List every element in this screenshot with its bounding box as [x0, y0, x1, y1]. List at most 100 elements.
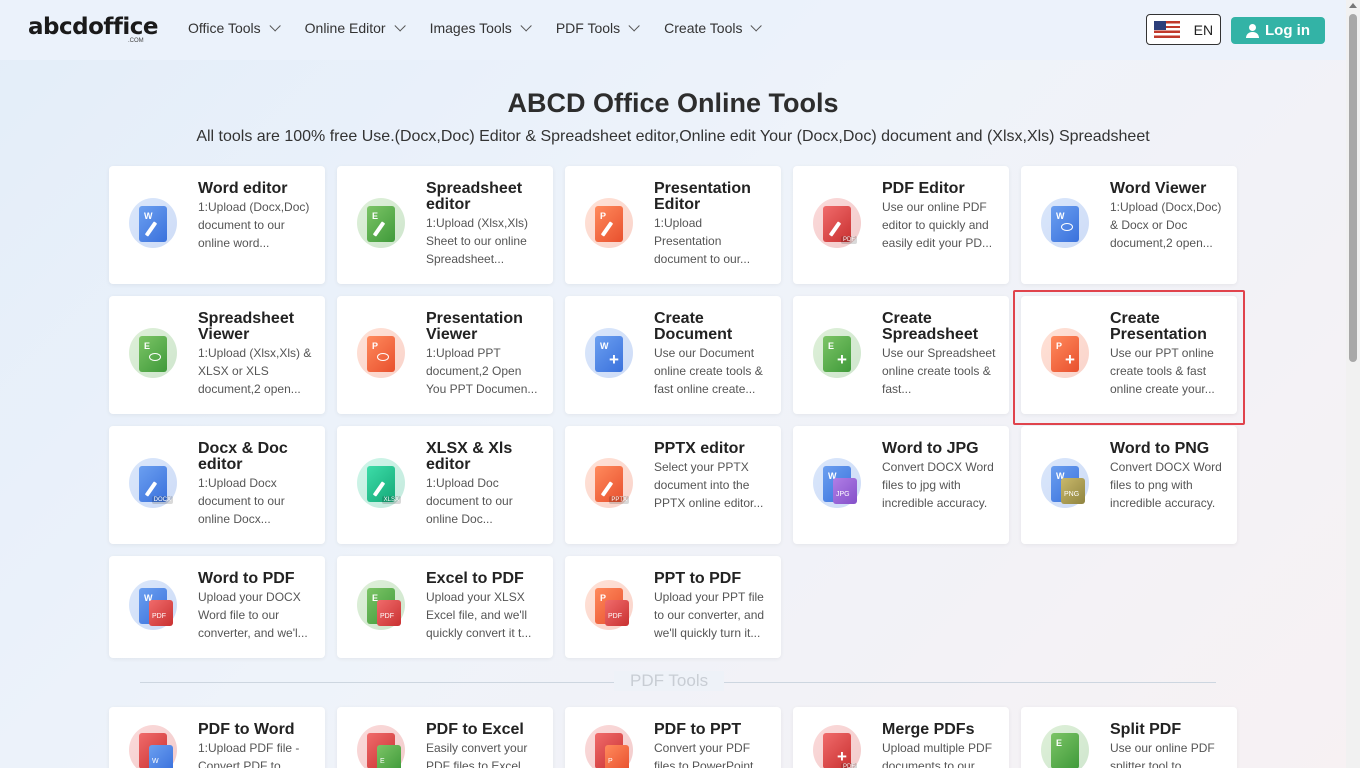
tool-card-pptx-edit[interactable]: PPTX PPTX editor Select your PPTX document…: [565, 426, 781, 544]
tool-card-create-document[interactable]: W + Create Document Use our Document online…: [565, 296, 781, 414]
word-edit-icon: W: [129, 198, 177, 248]
tool-card-description: Use our online PDF splitter tool to quic…: [1110, 741, 1215, 768]
tool-card-description: Upload your DOCX Word file to our conver…: [198, 590, 308, 640]
xlsx-edit-icon: XLSX: [357, 458, 405, 508]
tool-card-title: Spreadsheet Viewer: [198, 310, 295, 343]
logo-subtext: .COM: [128, 38, 144, 44]
scroll-up-arrow-icon[interactable]: [1349, 3, 1357, 8]
language-button[interactable]: EN: [1146, 14, 1221, 45]
ppt-to-pdf-icon: P PDF: [585, 580, 633, 630]
tool-card-title: Split PDF: [1110, 721, 1182, 738]
pdf-tools-section-label: PDF Tools: [614, 671, 725, 691]
create-spreadsheet-icon: E +: [813, 328, 861, 378]
nav-pdf-tools[interactable]: PDF Tools: [555, 20, 640, 36]
word-to-jpg-icon: W JPG: [813, 458, 861, 508]
tool-card-title: Word to JPG: [882, 440, 979, 457]
tool-card-pdf-to-ppt[interactable]: PDFP PDF to PPT Convert your PDF files to …: [565, 707, 781, 768]
tool-card-title: Word to PDF: [198, 570, 295, 587]
nav-create-tools[interactable]: Create Tools: [664, 20, 763, 36]
docx-edit-icon: DOCX: [129, 458, 177, 508]
tool-card-ppt-to-pdf[interactable]: P PDF PPT to PDF Upload your PPT file to ou…: [565, 556, 781, 658]
word-to-pdf-icon: W PDF: [129, 580, 177, 630]
tool-card-word-view[interactable]: W Word Viewer 1:Upload (Docx,Doc) & Docx o…: [1021, 166, 1237, 284]
pdf-to-excel-icon: PDFE: [357, 725, 405, 768]
top-navbar: abcdoffice .COM Office Tools Online Edit…: [0, 0, 1346, 60]
tool-card-pdf-to-excel[interactable]: PDFE PDF to Excel Easily convert your PDF …: [337, 707, 553, 768]
login-button[interactable]: Log in: [1231, 17, 1325, 44]
tool-card-docx-edit[interactable]: DOCX Docx & Doc editor 1:Upload Docx docum…: [109, 426, 325, 544]
tool-card-title: PDF Editor: [882, 180, 965, 197]
tool-card-split-pdf[interactable]: E Split PDF Use our online PDF splitter to…: [1021, 707, 1237, 768]
create-document-icon: W +: [585, 328, 633, 378]
tool-card-xlsx-edit[interactable]: XLSX XLSX & Xls editor 1:Upload Doc docume…: [337, 426, 553, 544]
tool-card-pdf-edit[interactable]: PDF PDF Editor Use our online PDF editor t…: [793, 166, 1009, 284]
tool-card-description: Select your PPTX document into the PPTX …: [654, 460, 764, 510]
word-view-icon: W: [1041, 198, 1089, 248]
pdf-to-word-icon: PDFW: [129, 725, 177, 768]
page-subtitle: All tools are 100% free Use.(Docx,Doc) E…: [196, 128, 1150, 145]
tool-card-presentation-edit[interactable]: P Presentation Editor 1:Upload Presentatio…: [565, 166, 781, 284]
chevron-down-icon: [520, 20, 532, 32]
tool-card-description: Convert your PDF files to PowerPoint...: [654, 741, 764, 768]
nav-label: Images Tools: [429, 20, 512, 36]
tool-card-word-edit[interactable]: W Word editor 1:Upload (Docx,Doc) document…: [109, 166, 325, 284]
tool-card-description: 1:Upload (Xlsx,Xls) Sheet to our online …: [426, 216, 529, 266]
word-to-png-icon: W PNG: [1041, 458, 1089, 508]
pdf-to-ppt-icon: PDFP: [585, 725, 633, 768]
presentation-view-icon: P: [357, 328, 405, 378]
tool-card-title: Presentation Editor: [654, 180, 751, 213]
tool-card-title: PPTX editor: [654, 440, 745, 457]
tool-card-title: Create Spreadsheet: [882, 310, 979, 343]
spreadsheet-view-icon: E: [129, 328, 177, 378]
chevron-down-icon: [269, 20, 281, 32]
tool-card-pdf-to-word[interactable]: PDFW PDF to Word 1:Upload PDF file - Conve…: [109, 707, 325, 768]
pdf-edit-icon: PDF: [813, 198, 861, 248]
spreadsheet-edit-icon: E: [357, 198, 405, 248]
main-nav: Office Tools Online Editor Images Tools …: [188, 20, 786, 36]
tool-card-create-presentation[interactable]: P + Create Presentation Use our PPT online …: [1021, 296, 1237, 414]
tool-card-description: 1:Upload Presentation document to our...: [654, 216, 751, 266]
nav-images-tools[interactable]: Images Tools: [429, 20, 532, 36]
merge-pdf-icon: PDF +: [813, 725, 861, 768]
tool-card-title: Presentation Viewer: [426, 310, 523, 343]
tool-card-spreadsheet-edit[interactable]: E Spreadsheet editor 1:Upload (Xlsx,Xls) S…: [337, 166, 553, 284]
tool-card-title: Word editor: [198, 180, 288, 197]
page-scrollbar[interactable]: [1346, 0, 1360, 768]
tool-card-description: Upload your PPT file to our converter, a…: [654, 590, 765, 640]
tool-card-presentation-view[interactable]: P Presentation Viewer 1:Upload PPT documen…: [337, 296, 553, 414]
tool-card-create-spreadsheet[interactable]: E + Create Spreadsheet Use our Spreadsheet …: [793, 296, 1009, 414]
tool-card-title: PDF to Word: [198, 721, 295, 738]
nav-online-editor[interactable]: Online Editor: [304, 20, 406, 36]
pptx-edit-icon: PPTX: [585, 458, 633, 508]
nav-office-tools[interactable]: Office Tools: [188, 20, 281, 36]
nav-label: Online Editor: [304, 20, 386, 36]
tool-card-word-to-pdf[interactable]: W PDF Word to PDF Upload your DOCX Word fil…: [109, 556, 325, 658]
tool-card-title: Word Viewer: [1110, 180, 1207, 197]
tool-card-title: Excel to PDF: [426, 570, 524, 587]
split-pdf-icon: E: [1041, 725, 1089, 768]
nav-label: PDF Tools: [555, 20, 621, 36]
tool-card-title: Word to PNG: [1110, 440, 1210, 457]
tool-card-excel-to-pdf[interactable]: E PDF Excel to PDF Upload your XLSX Excel f…: [337, 556, 553, 658]
tool-card-merge-pdf[interactable]: PDF + Merge PDFs Upload multiple PDF docume…: [793, 707, 1009, 768]
chevron-down-icon: [394, 20, 406, 32]
tool-card-description: 1:Upload (Docx,Doc) document to our onli…: [198, 200, 310, 250]
tool-card-spreadsheet-view[interactable]: E Spreadsheet Viewer 1:Upload (Xlsx,Xls) &…: [109, 296, 325, 414]
nav-label: Create Tools: [664, 20, 743, 36]
site-logo[interactable]: abcdoffice: [28, 14, 159, 40]
tool-card-description: Use our PPT online create tools & fast o…: [1110, 346, 1215, 396]
tool-card-title: Spreadsheet editor: [426, 180, 523, 213]
tool-card-title: Merge PDFs: [882, 721, 975, 738]
us-flag-icon: [1153, 21, 1180, 38]
presentation-edit-icon: P: [585, 198, 633, 248]
tool-card-word-to-png[interactable]: W PNG Word to PNG Convert DOCX Word files t…: [1021, 426, 1237, 544]
tool-card-description: Convert DOCX Word files to png with incr…: [1110, 460, 1222, 510]
scrollbar-thumb[interactable]: [1349, 14, 1357, 362]
tool-card-title: Docx & Doc editor: [198, 440, 288, 473]
nav-label: Office Tools: [188, 20, 261, 36]
tool-card-description: Use our online PDF editor to quickly and…: [882, 200, 993, 250]
page-title: ABCD Office Online Tools: [507, 88, 839, 118]
tool-card-word-to-jpg[interactable]: W JPG Word to JPG Convert DOCX Word files t…: [793, 426, 1009, 544]
tool-card-title: PDF to PPT: [654, 721, 742, 738]
user-icon: [1246, 23, 1259, 38]
